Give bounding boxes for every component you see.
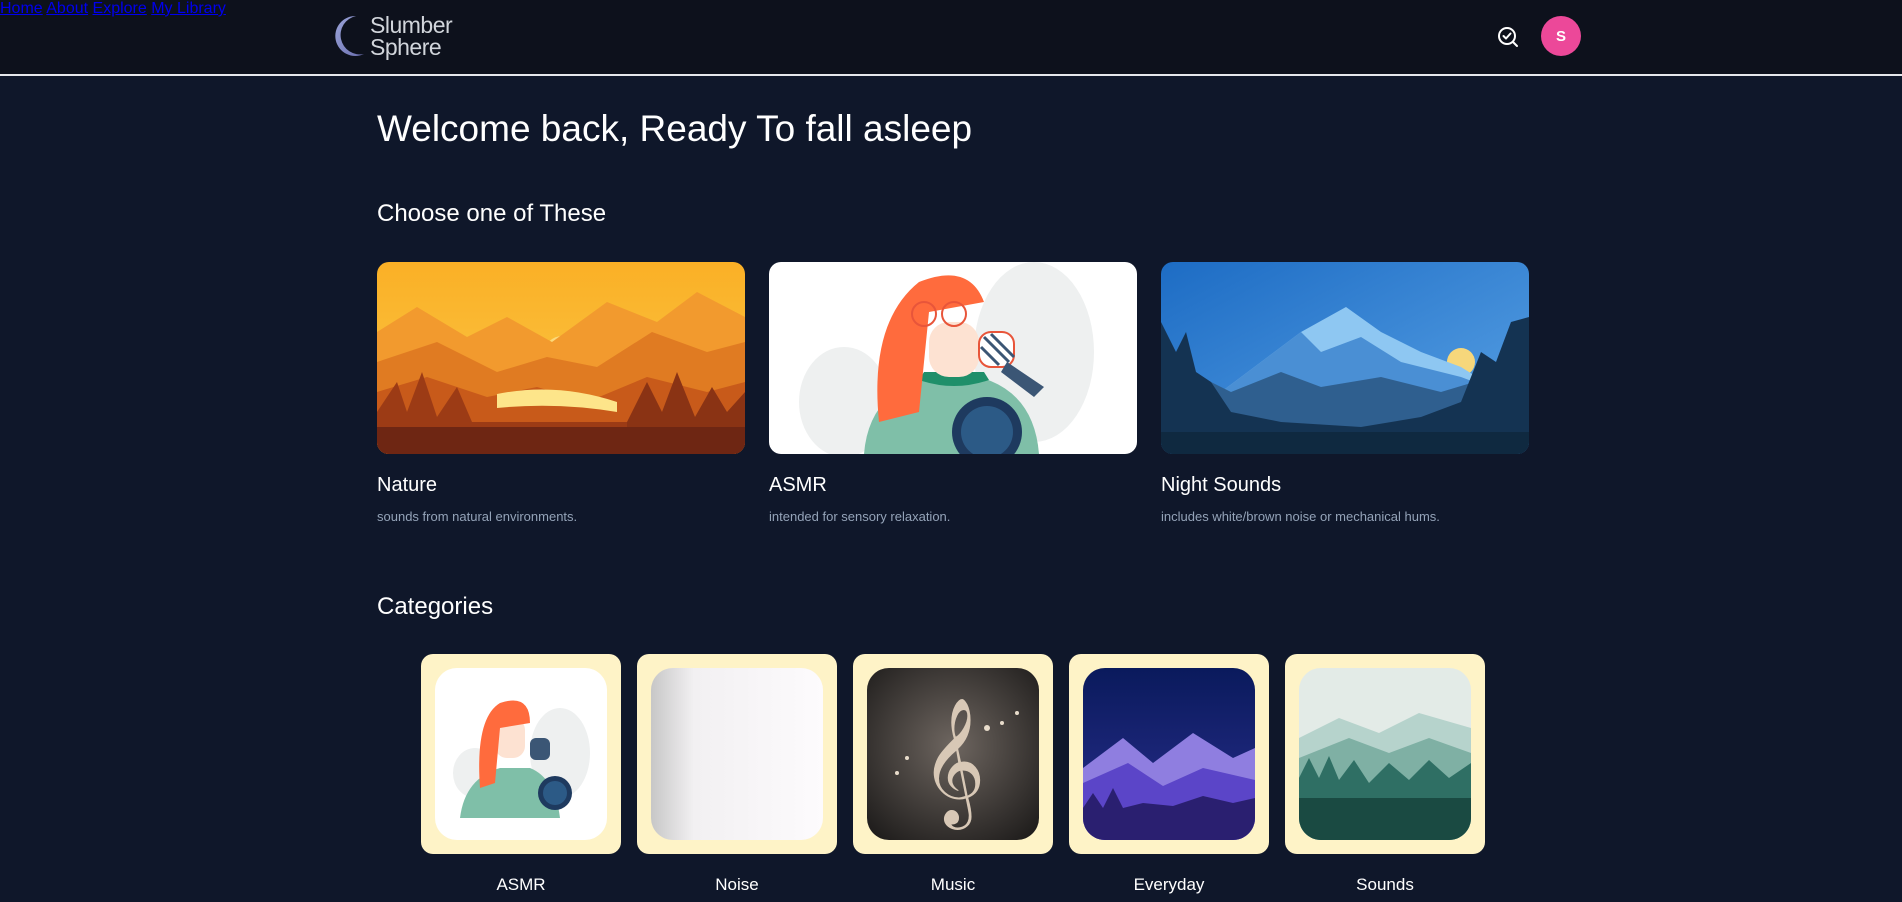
category-card-sounds[interactable]: Sounds <box>1285 654 1485 895</box>
brand-line-2: Sphere <box>370 34 442 60</box>
nature-image <box>377 262 745 454</box>
svg-text:𝄞: 𝄞 <box>920 696 985 830</box>
category-card-everyday[interactable]: Everyday <box>1069 654 1269 895</box>
category-label: Music <box>930 875 976 894</box>
main-nav: Home About Explore My Library <box>0 0 1902 18</box>
noise-category-image <box>651 668 823 840</box>
sounds-category-image <box>1299 668 1471 840</box>
user-avatar[interactable]: S <box>1541 16 1581 56</box>
nav-explore[interactable]: Explore <box>93 0 147 17</box>
top-navbar: Slumber Sphere Home About Explore My Lib… <box>0 0 1902 76</box>
asmr-category-image <box>435 668 607 840</box>
category-label: Everyday <box>1133 875 1205 894</box>
category-frame: 𝄞 <box>853 654 1053 854</box>
moon-logo-icon <box>335 15 364 56</box>
feature-title: Night Sounds <box>1161 474 1282 496</box>
brand-line-1: Slumber <box>370 12 453 38</box>
category-card-noise[interactable]: Noise <box>637 654 837 895</box>
welcome-heading: Welcome back, Ready To fall asleep <box>377 108 973 149</box>
asmr-image <box>769 262 1137 454</box>
night-sounds-image <box>1161 262 1529 454</box>
music-category-image: 𝄞 <box>867 668 1039 840</box>
brand-name: Slumber Sphere <box>370 12 453 60</box>
feature-description: sounds from natural environments. <box>377 509 578 524</box>
feature-description: intended for sensory relaxation. <box>769 509 951 524</box>
feature-description: includes white/brown noise or mechanical… <box>1161 509 1440 524</box>
category-card-asmr[interactable]: ASMR <box>421 654 621 895</box>
nav-about[interactable]: About <box>46 0 88 17</box>
category-frame <box>421 654 621 854</box>
avatar-initial: S <box>1555 27 1566 45</box>
category-frame <box>637 654 837 854</box>
choose-section-title: Choose one of These <box>377 200 607 227</box>
categories-section-title: Categories <box>377 593 494 620</box>
nav-my-library[interactable]: My Library <box>151 0 226 17</box>
category-label: Noise <box>715 875 759 894</box>
brand-logo[interactable]: Slumber Sphere <box>330 12 453 60</box>
feature-card-asmr[interactable]: ASMR intended for sensory relaxation. <box>769 262 1137 524</box>
nav-home[interactable]: Home <box>0 0 43 17</box>
category-card-music[interactable]: 𝄞 Music <box>853 654 1053 895</box>
feature-title: ASMR <box>769 474 827 496</box>
search-button[interactable] <box>1496 25 1520 49</box>
category-label: Sounds <box>1356 875 1414 894</box>
feature-title: Nature <box>377 474 438 496</box>
everyday-category-image <box>1083 668 1255 840</box>
feature-card-night-sounds[interactable]: Night Sounds includes white/brown noise … <box>1161 262 1529 524</box>
category-frame <box>1069 654 1269 854</box>
category-label: ASMR <box>496 875 546 894</box>
feature-card-nature[interactable]: Nature sounds from natural environments. <box>377 262 745 524</box>
search-icon <box>1498 27 1518 47</box>
category-frame <box>1285 654 1485 854</box>
